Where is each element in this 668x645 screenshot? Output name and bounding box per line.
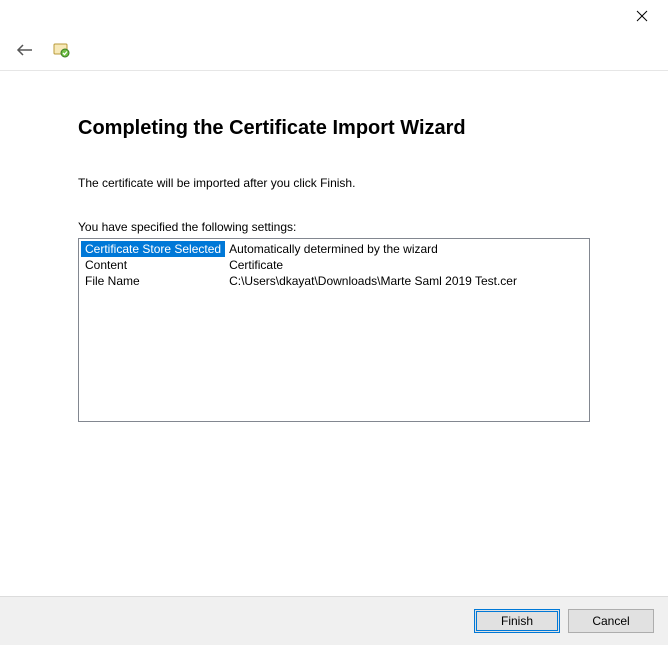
back-button[interactable] <box>16 41 34 59</box>
wizard-icon <box>52 40 72 60</box>
settings-table: Certificate Store SelectedAutomatically … <box>81 241 587 289</box>
close-button[interactable] <box>622 2 662 30</box>
finish-button[interactable]: Finish <box>474 609 560 633</box>
wizard-content: Completing the Certificate Import Wizard… <box>0 117 668 422</box>
setting-value: C:\Users\dkayat\Downloads\Marte Saml 201… <box>225 273 587 289</box>
certificate-icon <box>52 40 72 60</box>
setting-value: Automatically determined by the wizard <box>225 241 587 257</box>
back-arrow-icon <box>16 43 34 57</box>
settings-listbox[interactable]: Certificate Store SelectedAutomatically … <box>78 238 590 422</box>
page-title: Completing the Certificate Import Wizard <box>78 117 590 140</box>
divider <box>0 70 668 71</box>
setting-key: Content <box>81 257 225 273</box>
table-row[interactable]: ContentCertificate <box>81 257 587 273</box>
close-icon <box>636 10 648 22</box>
footer: Finish Cancel <box>0 596 668 645</box>
setting-value: Certificate <box>225 257 587 273</box>
table-row[interactable]: File NameC:\Users\dkayat\Downloads\Marte… <box>81 273 587 289</box>
nav-row <box>0 30 668 70</box>
titlebar <box>0 0 668 30</box>
intro-text: The certificate will be imported after y… <box>78 176 590 190</box>
setting-key: Certificate Store Selected <box>81 241 225 257</box>
setting-key: File Name <box>81 273 225 289</box>
settings-label: You have specified the following setting… <box>78 220 590 234</box>
table-row[interactable]: Certificate Store SelectedAutomatically … <box>81 241 587 257</box>
cancel-button[interactable]: Cancel <box>568 609 654 633</box>
